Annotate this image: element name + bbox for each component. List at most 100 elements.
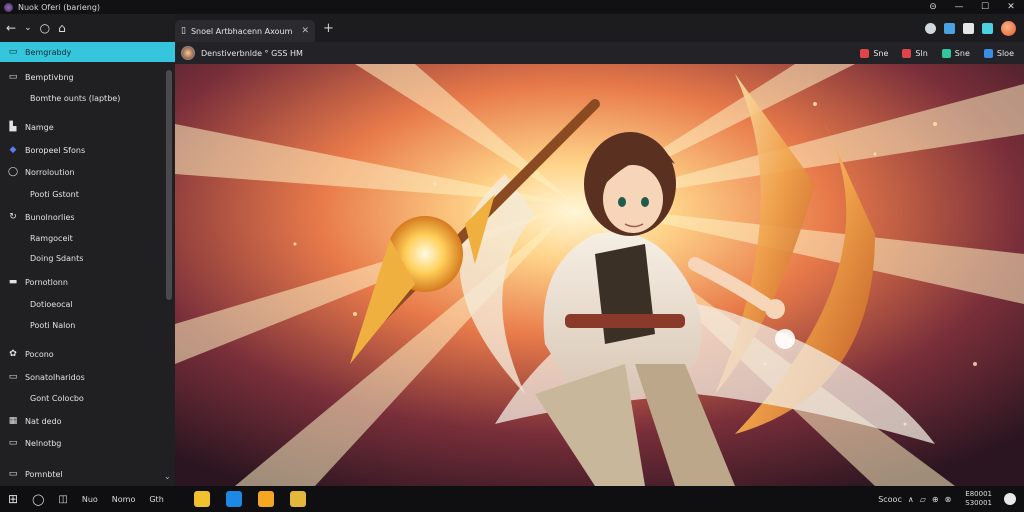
tray-item[interactable]: Scooc (878, 495, 902, 504)
image-icon: ▙ (9, 122, 17, 132)
sidebar: ▭ Bemgrabdy ▭ Bemptivbng Bomthe ounts (laptb… (0, 42, 175, 486)
card-icon: ▬ (8, 277, 18, 287)
maximize-button[interactable]: ☐ (972, 2, 998, 12)
document-icon: ▭ (8, 72, 18, 82)
sidebar-item-label: Pornotlonn (25, 277, 68, 287)
window-icon: ▭ (8, 372, 18, 382)
sidebar-item[interactable]: Dotioeocal (0, 294, 166, 314)
translate-icon[interactable] (944, 22, 955, 34)
photos-icon[interactable] (257, 491, 274, 507)
page-action-button[interactable]: Sne (941, 48, 970, 58)
edge-icon[interactable] (225, 491, 242, 507)
artwork-image (175, 64, 1024, 486)
sidebar-item-label: Bemptivbng (25, 72, 74, 82)
sidebar-item-label: Pooti Gstont (30, 189, 79, 199)
volume-icon[interactable]: ⊕ (932, 495, 939, 504)
sidebar-item[interactable]: ✿ Pocono (0, 344, 166, 364)
network-icon[interactable]: ▱ (920, 495, 926, 504)
tab-close-icon[interactable]: ✕ (301, 26, 309, 36)
grid-icon: ▦ (8, 416, 18, 426)
sidebar-item[interactable]: Bomthe ounts (laptbe) (0, 88, 166, 108)
action-icon (983, 48, 993, 58)
page-header: Denstiverbnlde ° GSS HM Sne Sln Sne Sloe (175, 42, 1024, 64)
sidebar-item-label: Pocono (25, 349, 54, 359)
action-label: Sloe (996, 48, 1014, 58)
shield-icon[interactable] (982, 22, 993, 34)
minimize-button[interactable]: — (946, 2, 972, 12)
sidebar-item[interactable]: ▦ Nat dedo (0, 411, 166, 431)
sidebar-item[interactable]: ▭ Sonatolharidos (0, 367, 166, 387)
sidebar-item-label: Nelnotbg (25, 438, 62, 448)
sidebar-item[interactable]: ↻ Bunolnorlies (0, 207, 166, 227)
sidebar-item-label: Norroloution (25, 167, 75, 177)
sidebar-item[interactable]: ◆ Boropeel Sfons (0, 140, 166, 160)
sidebar-item-label: Bomthe ounts (laptbe) (30, 93, 121, 103)
extension-icon[interactable] (925, 22, 936, 34)
app-icon (4, 2, 13, 12)
notification-icon[interactable] (1004, 493, 1016, 505)
sidebar-item[interactable]: ▭ Pomnbtel (0, 464, 166, 484)
sidebar-item[interactable]: ▭ Bemptivbng (0, 67, 166, 87)
tab-strip: ▯ Snoel Artbhacenn Axoum ✕ + (175, 14, 1024, 42)
taskbar-item[interactable]: Nomo (112, 495, 136, 504)
chevron-up-icon[interactable]: ∧ (908, 495, 914, 504)
sidebar-item[interactable]: Ramgoceit (0, 228, 166, 248)
sidebar-scrollbar[interactable] (166, 66, 172, 476)
page-icon: ▯ (181, 26, 186, 36)
profile-avatar[interactable] (1001, 20, 1016, 36)
page-title: Denstiverbnlde ° GSS HM (201, 48, 303, 58)
chat-icon[interactable]: ◯ (32, 493, 44, 506)
shield-icon[interactable] (289, 491, 306, 507)
sidebar-item[interactable]: Gont Colocbo (0, 388, 166, 408)
new-tab-button[interactable]: + (323, 21, 334, 36)
sidebar-item[interactable]: Pooti Gstont (0, 184, 166, 204)
sidebar-item-label: Dotioeocal (30, 299, 73, 309)
window-controls: ⊝ — ☐ ✕ (920, 0, 1024, 14)
start-icon[interactable]: ⊞ (8, 492, 18, 506)
action-icon (860, 48, 870, 58)
action-label: Sln (915, 48, 928, 58)
sidebar-item[interactable]: Doing Sdants (0, 248, 166, 268)
taskbar-item[interactable]: Gth (149, 495, 163, 504)
page-action-button[interactable]: Sloe (983, 48, 1014, 58)
sidebar-item[interactable]: ▭ Bemgrabdy (0, 42, 175, 62)
window-title: Nuok Oferi (barieng) (18, 2, 101, 12)
scrollbar-thumb[interactable] (166, 70, 172, 300)
taskbar-item[interactable]: Nuo (82, 495, 98, 504)
page-action-button[interactable]: Sln (902, 48, 928, 58)
sidebar-item-label: Pomnbtel (25, 469, 63, 479)
sidebar-item-label: Namge (25, 122, 54, 132)
close-button[interactable]: ✕ (998, 2, 1024, 12)
sidebar-item[interactable]: ▙ Namge (0, 117, 166, 137)
chevron-down-icon[interactable]: ⌄ (24, 23, 32, 33)
clock[interactable]: E80001 S30001 (965, 490, 992, 508)
tab-label: Snoel Artbhacenn Axoum (190, 26, 293, 36)
home-icon[interactable]: ⌂ (58, 21, 66, 35)
circle-icon: ◯ (7, 167, 19, 177)
toolbar-icons (925, 20, 1024, 36)
refresh-icon[interactable]: ○ (40, 21, 50, 35)
action-icon (941, 48, 951, 58)
task-view-icon[interactable]: ◫ (58, 494, 67, 505)
collections-icon[interactable] (963, 22, 974, 34)
page-action-button[interactable]: Sne (860, 48, 888, 58)
account-icon[interactable]: ⊝ (920, 2, 946, 12)
sidebar-item-label: Nat dedo (25, 416, 62, 426)
chevron-down-icon[interactable]: ⌄ (164, 472, 171, 481)
folder-icon[interactable] (193, 491, 210, 507)
tab-active[interactable]: ▯ Snoel Artbhacenn Axoum ✕ (175, 20, 315, 42)
avatar[interactable] (181, 46, 195, 60)
page-actions: Sne Sln Sne Sloe (860, 48, 1024, 58)
sidebar-item-label: Bemgrabdy (25, 47, 72, 57)
gear-icon: ✿ (9, 349, 17, 359)
sidebar-item[interactable]: ◯ Norroloution (0, 162, 166, 182)
system-tray: Scooc ∧ ▱ ⊕ ⊗ E80001 S30001 (878, 490, 1024, 508)
sidebar-item[interactable]: ▭ Nelnotbg (0, 433, 166, 453)
battery-icon[interactable]: ⊗ (945, 495, 952, 504)
note-icon: ▭ (8, 438, 18, 448)
bookmark-icon: ▭ (8, 469, 18, 479)
back-icon[interactable]: ← (6, 21, 16, 35)
sidebar-item[interactable]: Pooti Nalon (0, 315, 166, 335)
sidebar-item[interactable]: ▬ Pornotlonn (0, 272, 166, 292)
sidebar-item-label: Gont Colocbo (30, 393, 84, 403)
